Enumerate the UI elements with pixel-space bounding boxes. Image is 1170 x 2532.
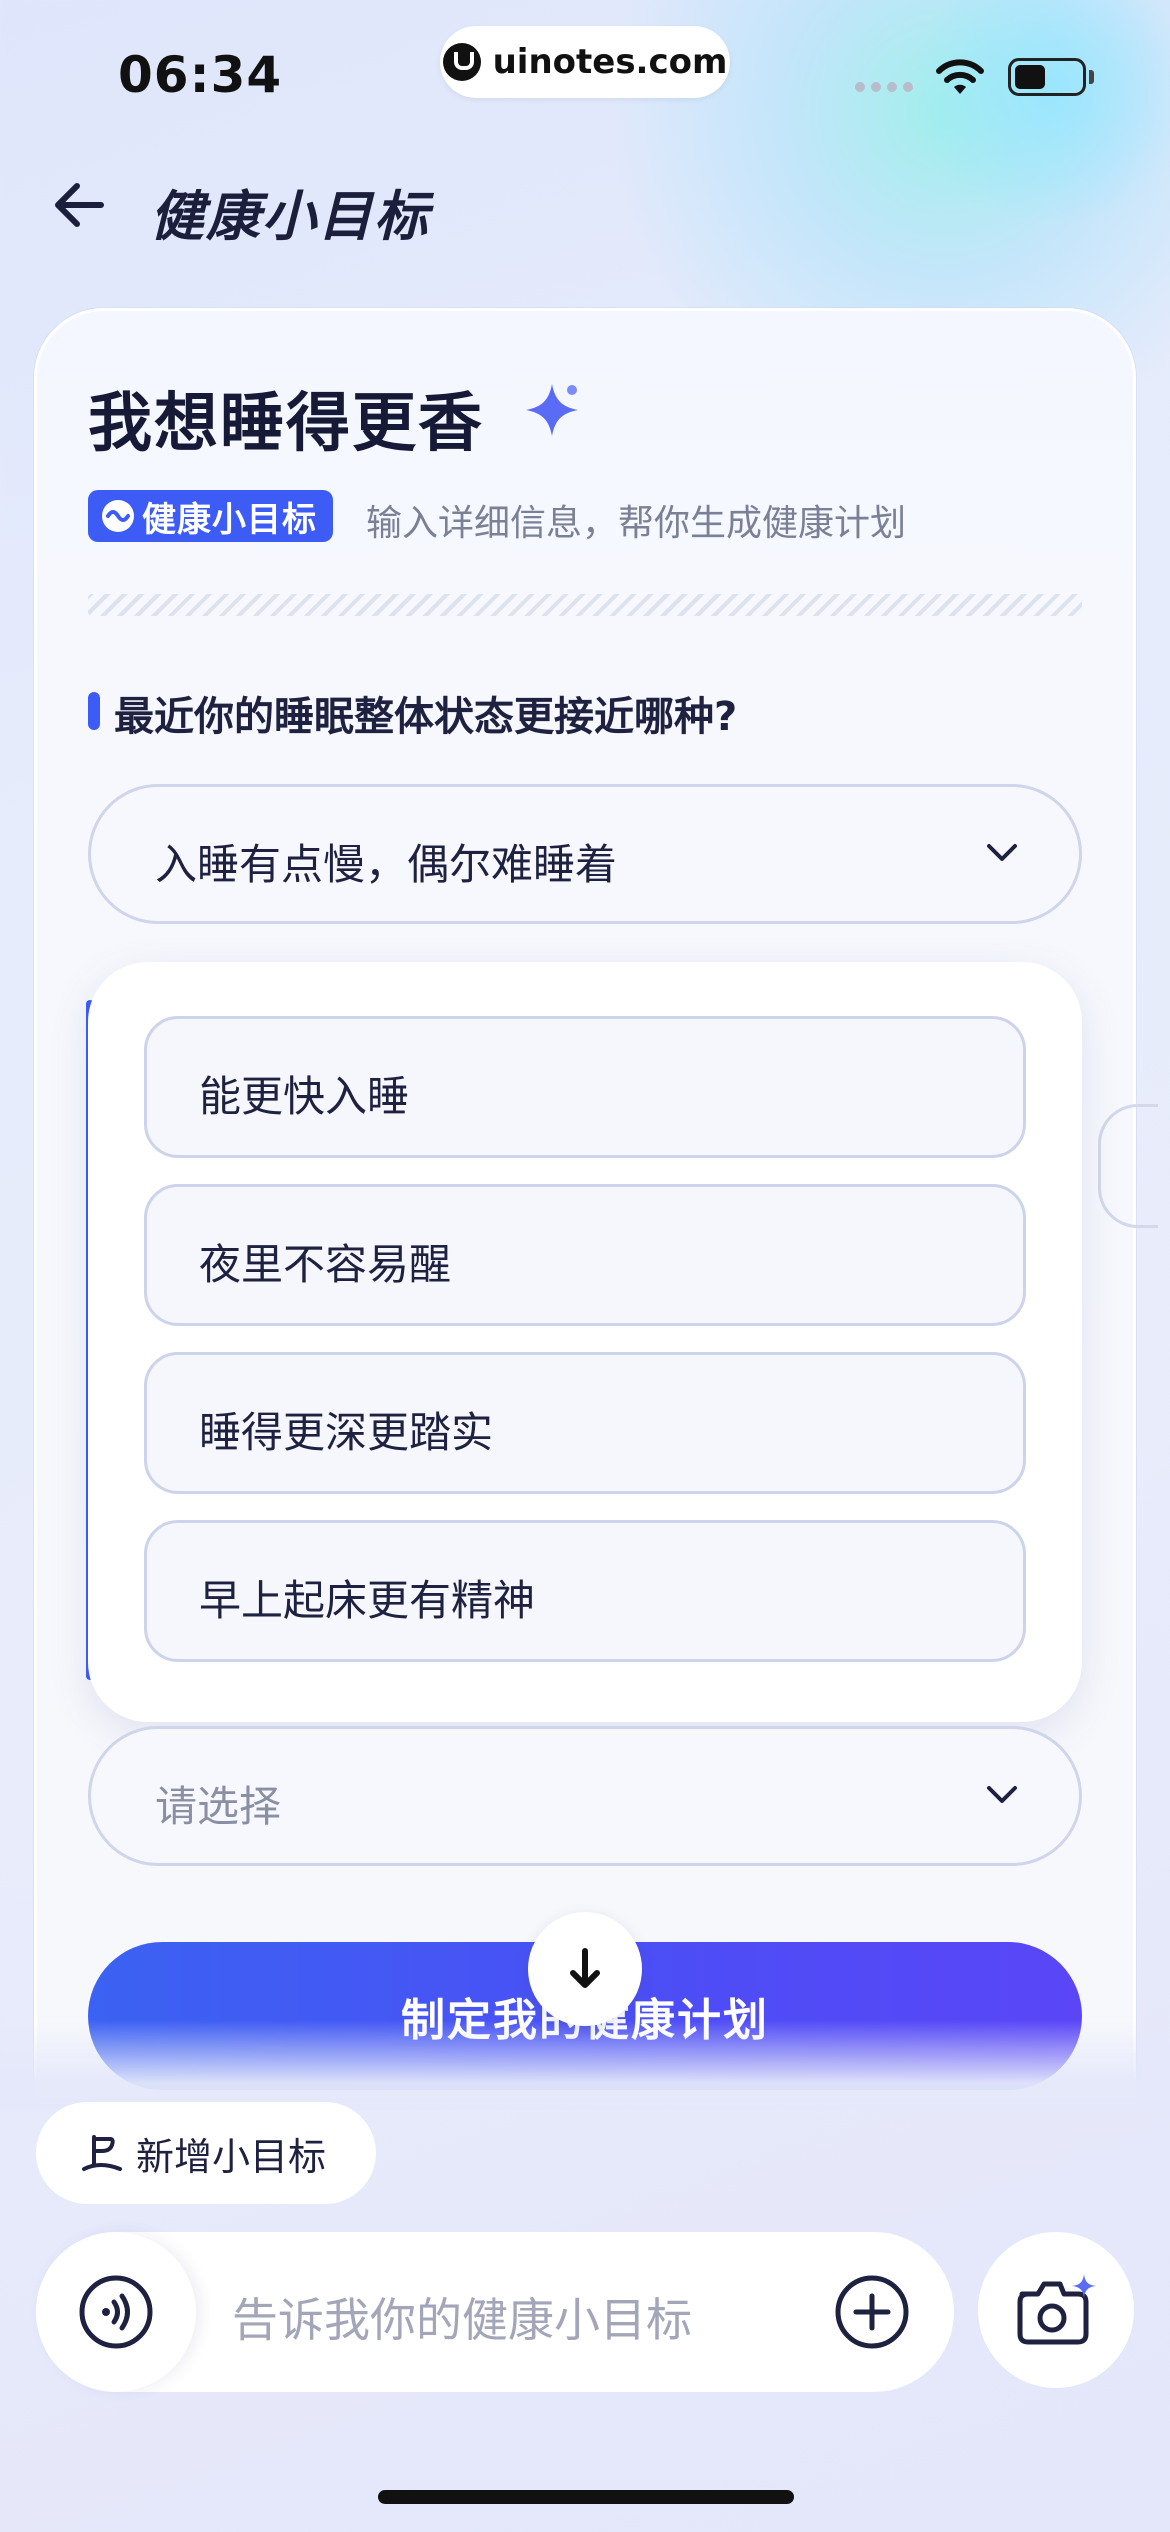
cellular-signal-icon <box>855 82 913 92</box>
back-button[interactable] <box>44 170 114 240</box>
arrow-left-icon <box>55 183 104 227</box>
status-bar: 06:34 uinotes.com <box>0 0 1170 150</box>
badge-label: 健康小目标 <box>142 499 317 540</box>
chevron-down-icon <box>987 844 1017 861</box>
question-marker <box>88 692 100 730</box>
wifi-icon <box>936 59 984 94</box>
scroll-down-button[interactable] <box>528 1912 642 2026</box>
chat-input-bar: 告诉我你的健康小目标 <box>36 2232 954 2392</box>
options-dropdown: 能更快入睡 夜里不容易醒 睡得更深更踏实 早上起床更有精神 <box>88 962 1082 1722</box>
page-title: 健康小目标 <box>150 185 430 248</box>
health-logo-icon <box>102 500 134 532</box>
option-label: 能更快入睡 <box>199 1072 410 1121</box>
option-item[interactable]: 夜里不容易醒 <box>144 1184 1026 1326</box>
select-placeholder: 请选择 <box>155 1782 282 1831</box>
sparkle-icon <box>526 384 578 436</box>
voice-input-button[interactable] <box>36 2232 196 2392</box>
option-item[interactable]: 早上起床更有精神 <box>144 1520 1026 1662</box>
option-label: 夜里不容易醒 <box>199 1240 452 1289</box>
option-item[interactable]: 能更快入睡 <box>144 1016 1026 1158</box>
url-text: uinotes.com <box>492 42 728 82</box>
url-pill: uinotes.com <box>440 26 730 98</box>
camera-icon <box>1017 2274 1096 2345</box>
chevron-down-icon <box>987 1786 1017 1803</box>
card-description: 输入详细信息，帮你生成健康计划 <box>366 503 907 544</box>
second-select[interactable]: 请选择 <box>88 1726 1082 1866</box>
battery-icon <box>1008 58 1086 96</box>
site-logo-icon <box>442 43 481 81</box>
question-label: 最近你的睡眠整体状态更接近哪种? <box>114 694 738 740</box>
sleep-state-select[interactable]: 入睡有点慢，偶尔难睡着 <box>88 784 1082 924</box>
select-value: 入睡有点慢，偶尔难睡着 <box>155 840 618 889</box>
add-plus-icon[interactable] <box>834 2274 910 2350</box>
status-time: 06:34 <box>118 46 283 104</box>
arrow-down-icon <box>570 1948 600 1988</box>
option-label: 早上起床更有精神 <box>199 1576 536 1625</box>
card-title: 我想睡得更香 <box>88 387 484 461</box>
add-goal-label: 新增小目标 <box>136 2134 327 2179</box>
goal-input[interactable]: 告诉我你的健康小目标 <box>232 2284 692 2350</box>
option-item[interactable]: 睡得更深更踏实 <box>144 1352 1026 1494</box>
home-indicator <box>378 2490 794 2504</box>
camera-button[interactable] <box>978 2232 1134 2388</box>
flag-icon <box>82 2135 122 2171</box>
hatched-divider <box>88 594 1082 616</box>
voice-icon <box>79 2275 153 2349</box>
option-label: 睡得更深更踏实 <box>199 1408 494 1457</box>
bottom-fade <box>0 2020 1170 2110</box>
add-goal-button[interactable]: 新增小目标 <box>36 2102 376 2204</box>
category-badge: 健康小目标 <box>88 490 333 542</box>
battery-cap <box>1089 70 1094 84</box>
offscreen-card-edge <box>1098 1104 1158 1228</box>
